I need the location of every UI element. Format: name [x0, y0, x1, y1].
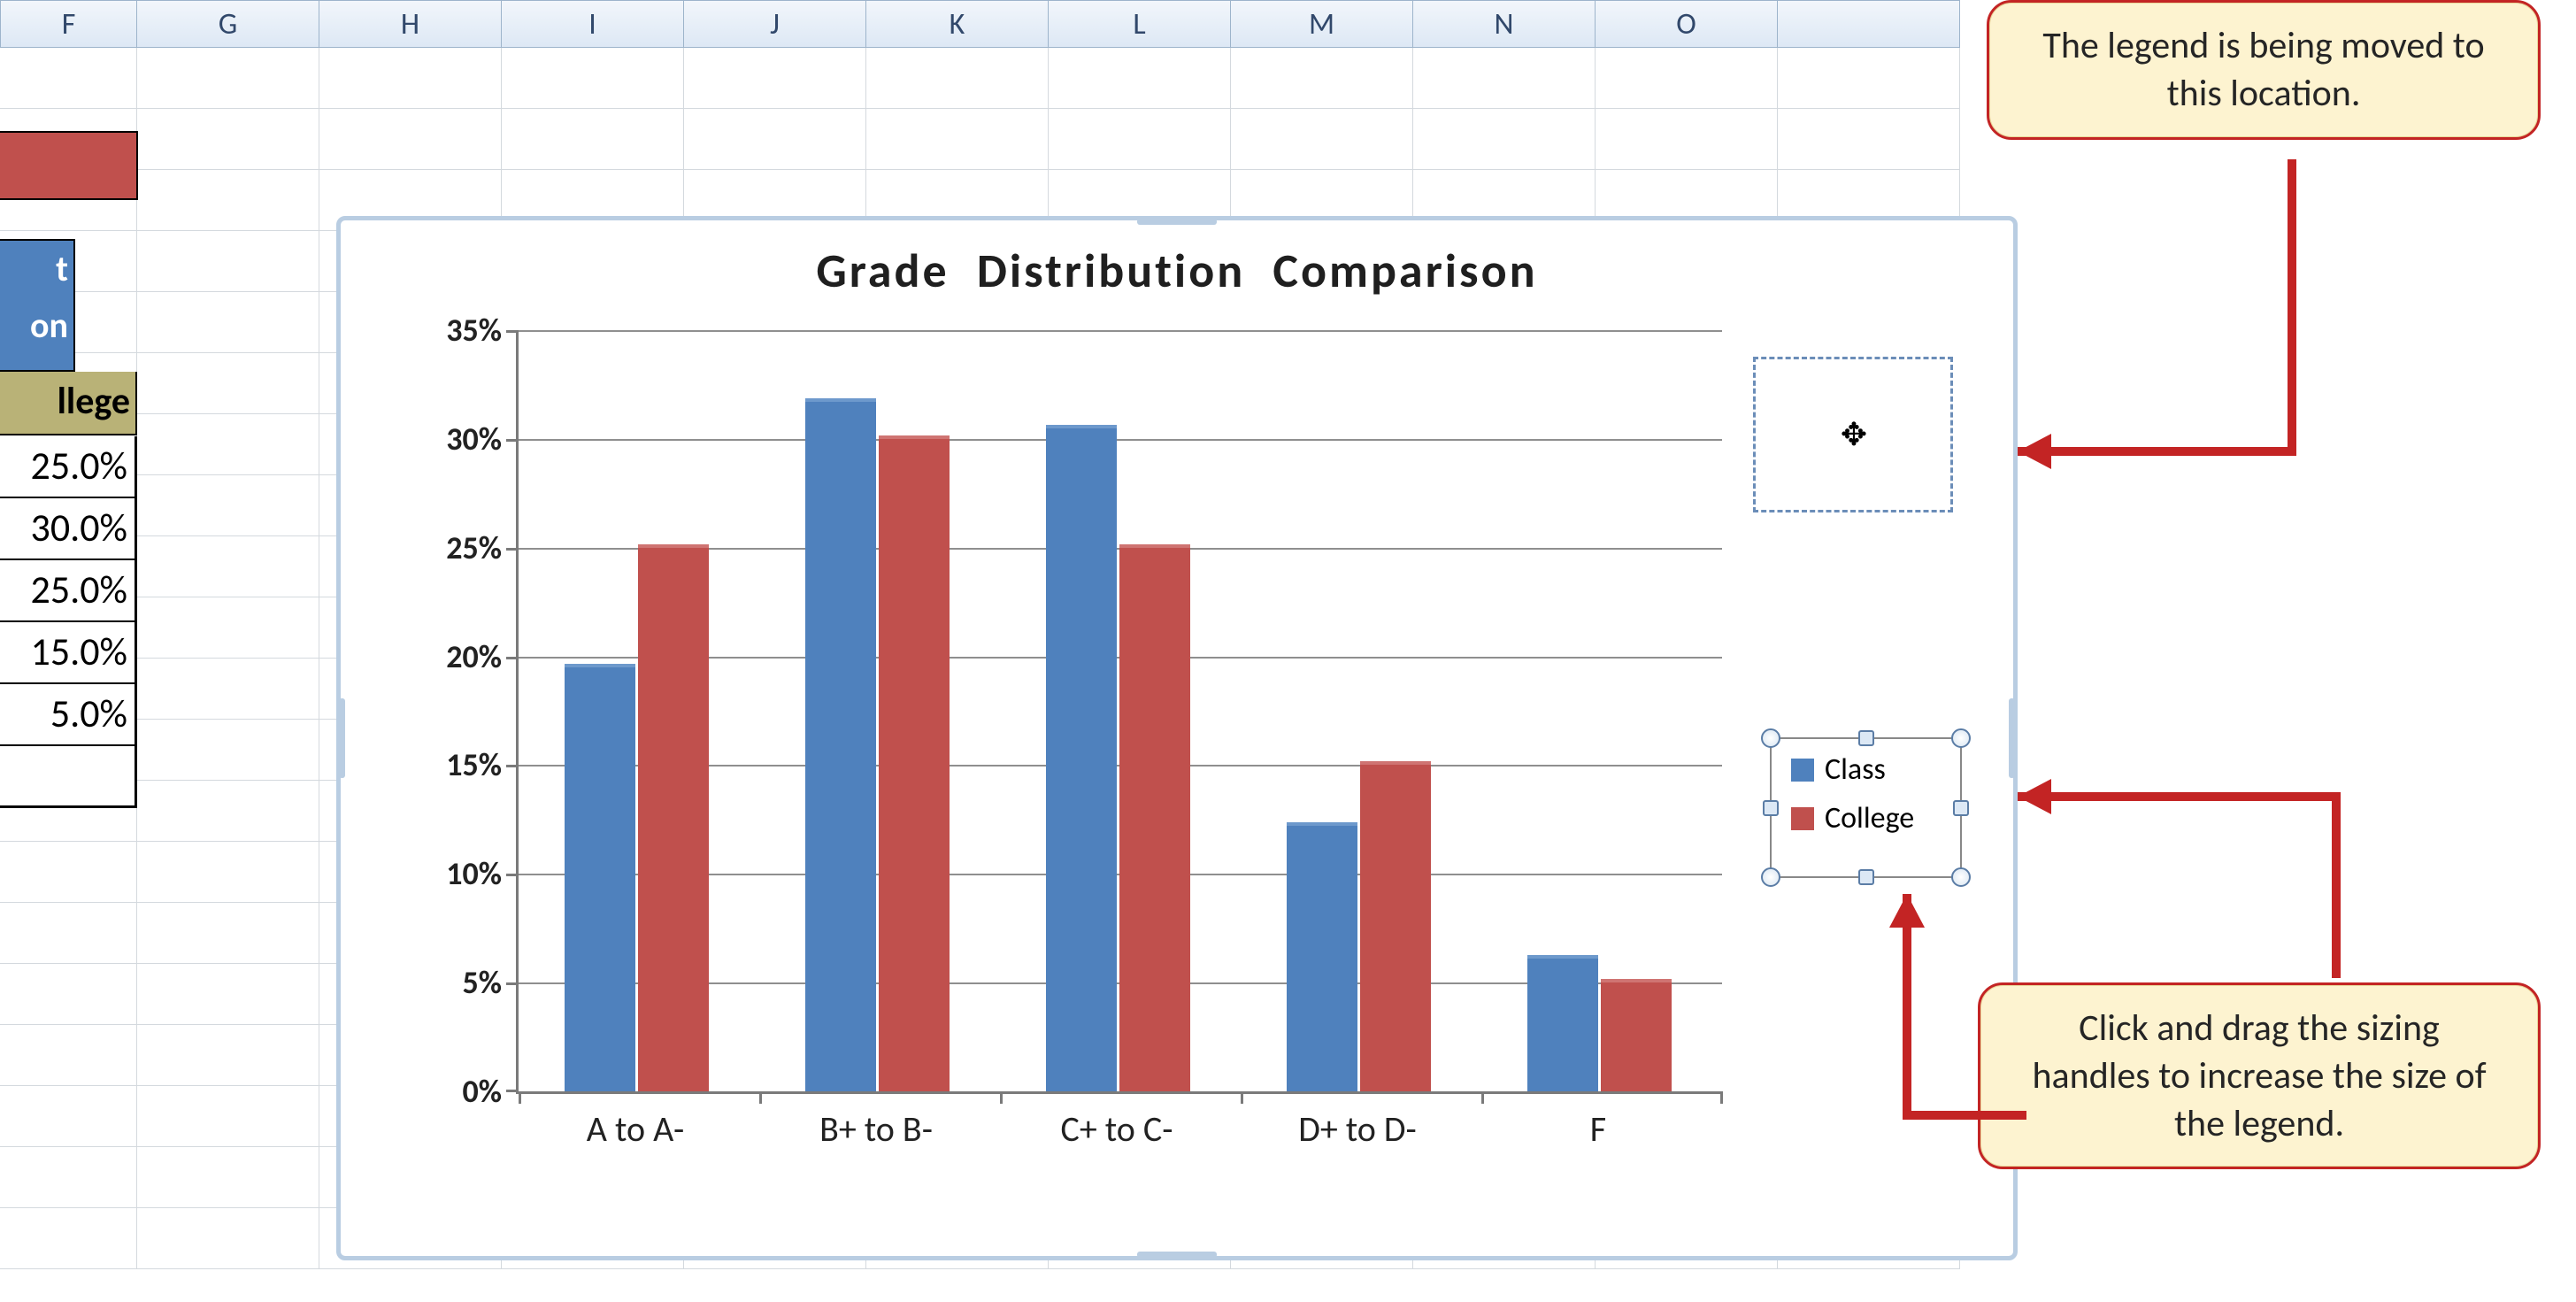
- cell-fragment-olive: llege: [0, 372, 137, 435]
- y-tick-label: 5%: [463, 963, 503, 1002]
- resize-handle-right[interactable]: [1953, 800, 1969, 816]
- cell-empty[interactable]: [0, 746, 137, 808]
- resize-handle-bottom-right[interactable]: [1951, 867, 1971, 887]
- x-tick-label: C+ to C-: [1024, 1107, 1210, 1151]
- resize-handle-top-left[interactable]: [1761, 728, 1780, 748]
- cell-text: t: [0, 241, 68, 297]
- y-tick-label: 10%: [446, 854, 502, 893]
- resize-handle-left[interactable]: [1763, 800, 1779, 816]
- column-header[interactable]: [1778, 0, 1960, 48]
- bar-college[interactable]: [1601, 979, 1672, 1091]
- legend-label: College: [1825, 800, 1914, 836]
- cell-fragment-red: [0, 131, 138, 200]
- plot-zone: 0% 5% 10% 15% 20% 25% 30% 35%: [410, 330, 1728, 1171]
- chart-area[interactable]: Grade Distribution Comparison 0% 5% 10% …: [357, 233, 1997, 1244]
- chart-frame-handle-left[interactable]: [339, 698, 345, 778]
- cell-fragment-blue: t on: [0, 239, 75, 372]
- column-header[interactable]: J: [684, 0, 866, 48]
- x-axis-labels: A to A- B+ to B- C+ to C- D+ to D- F: [516, 1100, 1719, 1162]
- x-tick-label: D+ to D-: [1265, 1107, 1450, 1151]
- legend-label: Class: [1825, 751, 1886, 788]
- column-header[interactable]: M: [1231, 0, 1413, 48]
- callout-top: The legend is being moved to this locati…: [1987, 0, 2541, 140]
- resize-handle-top[interactable]: [1858, 730, 1874, 746]
- y-tick-label: 0%: [463, 1072, 503, 1111]
- move-cursor-icon: ✥: [1841, 430, 1865, 439]
- chart-frame-handle-right[interactable]: [2009, 698, 2015, 778]
- chart-object[interactable]: Grade Distribution Comparison 0% 5% 10% …: [336, 216, 2018, 1260]
- x-tick-label: B+ to B-: [783, 1107, 969, 1151]
- cell-text: on: [0, 297, 68, 354]
- column-header[interactable]: O: [1596, 0, 1778, 48]
- cell-value[interactable]: 25.0%: [0, 436, 137, 498]
- chart-frame-handle-bottom[interactable]: [1137, 1252, 1217, 1258]
- resize-handle-bottom-left[interactable]: [1761, 867, 1780, 887]
- cell-value[interactable]: 30.0%: [0, 498, 137, 560]
- bar-college[interactable]: [638, 544, 709, 1091]
- legend-swatch-icon: [1791, 759, 1814, 782]
- bar-class[interactable]: [1046, 425, 1117, 1091]
- callout-bottom: Click and drag the sizing handles to inc…: [1978, 982, 2541, 1169]
- column-header[interactable]: K: [866, 0, 1049, 48]
- column-header-row: F G H I J K L M N O: [0, 0, 2026, 48]
- chart-frame-handle-top[interactable]: [1137, 219, 1217, 225]
- column-header[interactable]: L: [1049, 0, 1231, 48]
- legend-swatch-icon: [1791, 807, 1814, 830]
- legend-drop-target[interactable]: ✥: [1753, 357, 1953, 512]
- x-tick-label: A to A-: [542, 1107, 728, 1151]
- column-header[interactable]: F: [0, 0, 137, 48]
- legend-entry-class[interactable]: Class: [1772, 739, 1960, 788]
- y-axis-labels: 0% 5% 10% 15% 20% 25% 30% 35%: [410, 330, 507, 1091]
- column-header[interactable]: G: [137, 0, 319, 48]
- cell-value[interactable]: 25.0%: [0, 560, 137, 622]
- chart-legend[interactable]: Class College: [1770, 737, 1962, 878]
- resize-handle-top-right[interactable]: [1951, 728, 1971, 748]
- data-column-fragment: 25.0% 30.0% 25.0% 15.0% 5.0%: [0, 436, 137, 808]
- bar-class[interactable]: [1527, 955, 1598, 1091]
- bar-class[interactable]: [565, 664, 635, 1091]
- x-tick-label: F: [1505, 1107, 1691, 1151]
- bar-college[interactable]: [1360, 761, 1431, 1091]
- legend-entry-college[interactable]: College: [1772, 788, 1960, 836]
- y-tick-label: 15%: [446, 745, 502, 784]
- bar-college[interactable]: [1119, 544, 1190, 1091]
- cell-value[interactable]: 5.0%: [0, 684, 137, 746]
- bar-college[interactable]: [879, 435, 950, 1091]
- column-header[interactable]: I: [502, 0, 684, 48]
- y-tick-label: 30%: [446, 420, 502, 458]
- y-tick-label: 20%: [446, 637, 502, 676]
- chart-title[interactable]: Grade Distribution Comparison: [357, 233, 1997, 300]
- bar-class[interactable]: [805, 398, 876, 1091]
- y-tick-label: 25%: [446, 528, 502, 567]
- plot-area[interactable]: [516, 330, 1722, 1094]
- y-tick-label: 35%: [446, 311, 502, 350]
- column-header[interactable]: N: [1413, 0, 1596, 48]
- resize-handle-bottom[interactable]: [1858, 869, 1874, 885]
- column-header[interactable]: H: [319, 0, 502, 48]
- cell-value[interactable]: 15.0%: [0, 622, 137, 684]
- bar-class[interactable]: [1287, 822, 1357, 1091]
